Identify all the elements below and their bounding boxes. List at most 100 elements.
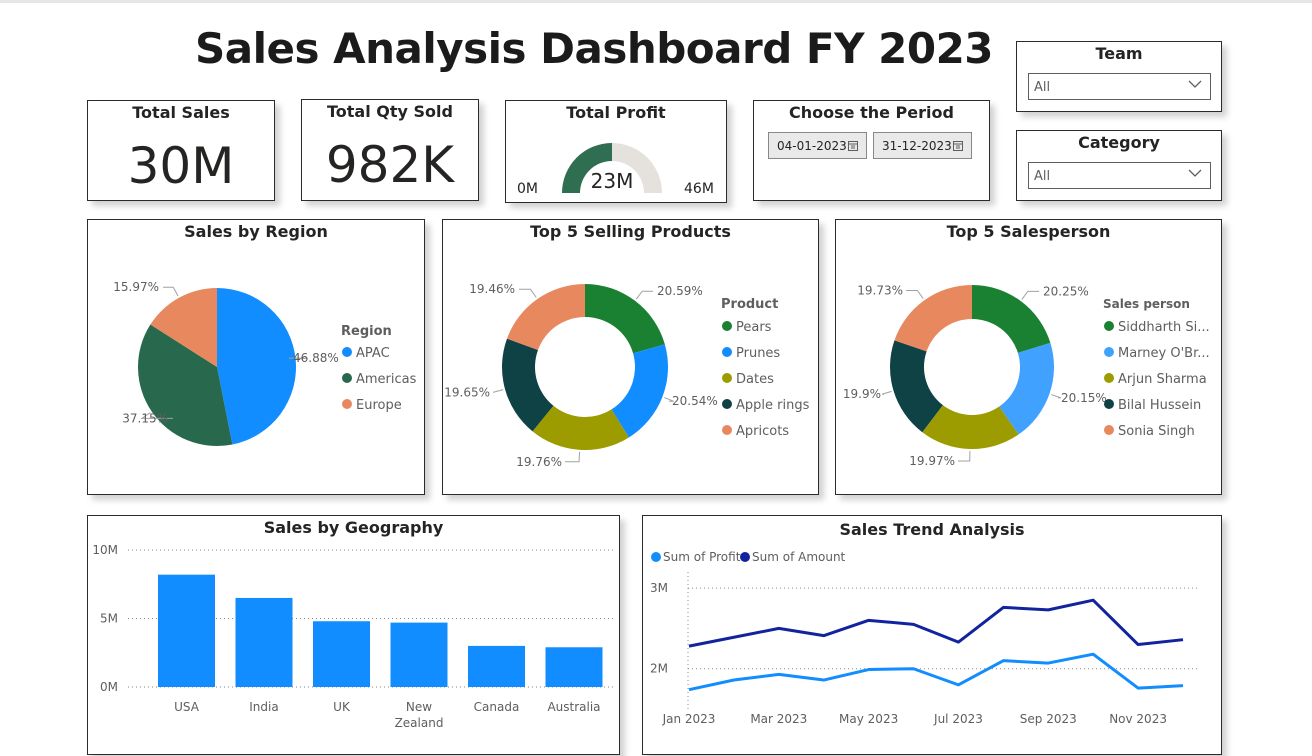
dashboard-title: Sales Analysis Dashboard FY 2023: [195, 24, 994, 73]
y-tick-label: 2M: [650, 662, 668, 676]
gauge-max-label: 46M: [684, 181, 714, 197]
x-tick-label: Mar 2023: [750, 712, 807, 726]
legend-marker: [722, 399, 732, 409]
legend-title: Region: [341, 324, 392, 339]
legend-item[interactable]: Arjun Sharma: [1118, 372, 1207, 387]
legend-marker: [1104, 347, 1114, 357]
data-label: 20.59%: [657, 284, 703, 298]
legend-item[interactable]: Dates: [736, 372, 774, 387]
start-date-input[interactable]: 04-01-2023: [768, 132, 867, 159]
legend-marker: [722, 373, 732, 383]
team-label: Team: [1095, 44, 1143, 63]
leader-line: [163, 286, 179, 297]
chevron-down-icon: [1188, 80, 1202, 88]
slice-siddharth-si-[interactable]: [972, 285, 1051, 353]
leader-line: [519, 288, 537, 298]
legend-item[interactable]: Sum of Profit: [663, 550, 741, 564]
legend-item[interactable]: Siddharth Si...: [1118, 320, 1210, 335]
legend-item[interactable]: Pears: [736, 320, 772, 335]
x-tick-label: Jan 2023: [662, 712, 716, 726]
legend-item[interactable]: Apricots: [736, 424, 789, 439]
category-dropdown[interactable]: All: [1028, 162, 1211, 189]
data-label: 46.88%: [293, 351, 339, 365]
legend-marker: [722, 321, 732, 331]
end-date-input[interactable]: 31-12-2023: [873, 132, 972, 159]
bar-australia[interactable]: [545, 647, 603, 687]
bar-canada[interactable]: [468, 645, 525, 687]
legend-marker: [740, 552, 750, 562]
x-tick-label: Zealand: [395, 716, 444, 730]
top-salesperson-card[interactable]: Top 5 Salesperson Sales person 20.25% 20.…: [835, 219, 1222, 495]
legend-item[interactable]: Bilal Hussein: [1118, 398, 1201, 413]
slice-apac[interactable]: [217, 288, 297, 445]
legend-item[interactable]: Europe: [356, 398, 402, 413]
x-tick-label: Nov 2023: [1109, 712, 1167, 726]
total-sales-label: Total Sales: [132, 103, 230, 122]
total-profit-card[interactable]: Total Profit 23M 0M 46M: [505, 100, 727, 203]
total-sales-card[interactable]: Total Sales 30M: [87, 100, 275, 201]
slice-sonia-singh[interactable]: [894, 285, 972, 352]
x-tick-label: New: [406, 700, 432, 714]
legend-item[interactable]: Apple rings: [736, 398, 810, 413]
legend-item[interactable]: APAC: [356, 346, 390, 361]
legend-marker: [651, 552, 661, 562]
sales-trend-card[interactable]: Sales Trend Analysis Sum of Profit Sum of…: [642, 515, 1222, 755]
leader-line: [493, 389, 504, 393]
leader-line: [1051, 394, 1061, 399]
total-qty-card[interactable]: Total Qty Sold 982K: [301, 99, 479, 201]
team-dropdown-value: All: [1034, 80, 1051, 95]
bar-usa[interactable]: [158, 574, 215, 687]
team-dropdown[interactable]: All: [1028, 73, 1211, 100]
data-label: 19.65%: [444, 385, 490, 399]
data-label: 20.54%: [672, 394, 718, 408]
legend-title: Product: [721, 297, 778, 312]
slice-pears[interactable]: [585, 284, 665, 354]
data-label: 19.73%: [857, 283, 903, 297]
leader-line: [958, 450, 971, 462]
legend-item[interactable]: Sum of Amount: [752, 550, 846, 564]
leader-line: [881, 390, 892, 395]
data-label: 19.97%: [909, 454, 955, 468]
legend-marker: [342, 373, 352, 383]
bar-uk[interactable]: [313, 621, 370, 687]
period-slicer-card: Choose the Period 04-01-2023 31-12-2023: [753, 100, 990, 201]
legend-item[interactable]: Marney O'Br...: [1118, 346, 1210, 361]
legend-marker: [342, 399, 352, 409]
legend-item[interactable]: Prunes: [736, 346, 780, 361]
gauge-min-label: 0M: [517, 181, 538, 197]
legend-marker: [342, 347, 352, 357]
y-tick-label: 5M: [100, 612, 118, 626]
data-label: 19.46%: [469, 282, 515, 296]
data-label: 20.25%: [1043, 284, 1089, 298]
leader-line: [1021, 290, 1039, 300]
gauge-value: 23M: [591, 169, 634, 193]
data-label: 20.15%: [1061, 391, 1107, 405]
bar-new-zealand[interactable]: [390, 622, 448, 687]
end-date-value: 31-12-2023: [882, 139, 952, 153]
series-line-sum-of-amount[interactable]: [688, 598, 1184, 648]
legend-marker: [722, 425, 732, 435]
profit-gauge: 23M 0M 46M: [517, 143, 714, 197]
legend-marker: [1104, 321, 1114, 331]
data-label: 19.9%: [843, 387, 881, 401]
series-line-sum-of-profit[interactable]: [688, 652, 1184, 692]
category-label: Category: [1078, 133, 1160, 152]
sales-by-geography-card[interactable]: Sales by Geography 0M 5M 10M USA India UK New Z…: [87, 515, 620, 755]
data-label: 15.97%: [113, 280, 159, 294]
bar-india[interactable]: [235, 597, 293, 687]
geography-bar-chart: 0M 5M 10M USA India UK New Zealand Canada Austral…: [92, 543, 613, 730]
x-tick-label: UK: [333, 700, 351, 714]
total-sales-value: 30M: [127, 137, 235, 195]
top-products-card[interactable]: Top 5 Selling Products Product 20.59% 20.…: [442, 219, 819, 495]
chevron-down-icon: [1188, 169, 1202, 177]
legend-item[interactable]: Sonia Singh: [1118, 424, 1195, 439]
region-pie-chart: Region 46.88% 37.15% 15.97% APAC Americas Eur…: [113, 280, 417, 446]
leader-line: [635, 290, 653, 300]
slice-apricots[interactable]: [506, 284, 585, 350]
sales-by-region-card[interactable]: Sales by Region Region 46.88% 37.15% 15.97…: [87, 219, 425, 495]
total-qty-label: Total Qty Sold: [327, 102, 453, 121]
legend-item[interactable]: Americas: [356, 372, 417, 387]
calendar-icon: [953, 141, 963, 151]
sales-trend-line-chart: Sum of Profit Sum of Amount 2M 3M Jan 2023 Ma…: [650, 550, 1200, 726]
total-qty-value: 982K: [325, 136, 455, 194]
